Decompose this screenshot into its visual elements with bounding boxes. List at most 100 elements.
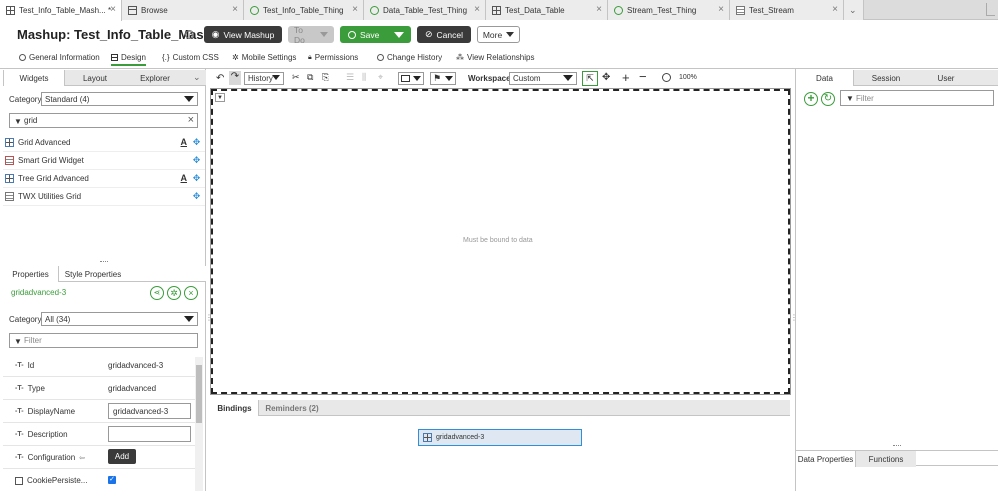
drag-move-icon[interactable]: ✥ bbox=[192, 156, 201, 165]
selected-widget-id: gridadvanced-3 bbox=[11, 288, 67, 297]
subnav-custom-css[interactable]: {.} Custom CSS bbox=[162, 53, 219, 62]
data-filter-input[interactable]: ▼ Filter bbox=[840, 90, 994, 106]
canvas-menu-icon[interactable]: ▼ bbox=[215, 93, 225, 102]
tab-user[interactable]: User bbox=[918, 70, 974, 86]
tab-data[interactable]: Data bbox=[796, 70, 854, 86]
copy-icon[interactable]: ⧉ bbox=[307, 72, 313, 83]
widget-item-smart-grid-widget[interactable]: Smart Grid Widget ✥ bbox=[3, 152, 205, 170]
mashup-canvas[interactable]: ▼ Must be bound to data bbox=[210, 88, 791, 395]
tab-overflow-dropdown[interactable]: ⌄ bbox=[844, 0, 864, 20]
tab-data-table-test-thing[interactable]: Data_Table_Test_Thing × bbox=[364, 0, 486, 20]
widget-item-twx-utilities-grid[interactable]: TWX Utilities Grid ✥ bbox=[3, 188, 205, 206]
add-configuration-button[interactable]: Add bbox=[108, 449, 136, 464]
widget-search-input[interactable]: ▼ grid × bbox=[9, 113, 198, 128]
chevron-down-icon[interactable]: ⌄ bbox=[193, 72, 201, 83]
undo-icon[interactable]: ↶ bbox=[216, 73, 224, 84]
tab-browse[interactable]: Browse × bbox=[122, 0, 244, 20]
zoom-reset-icon[interactable] bbox=[662, 73, 671, 82]
text-type-icon: -T- bbox=[15, 408, 24, 415]
filter-icon: ▼ bbox=[846, 94, 854, 103]
close-icon[interactable]: × bbox=[474, 5, 480, 15]
thing-icon bbox=[250, 5, 259, 15]
widget-item-grid-advanced[interactable]: Grid Advanced A ✥ bbox=[3, 134, 205, 152]
close-icon[interactable]: × bbox=[832, 5, 838, 15]
properties-scrollbar[interactable] bbox=[195, 357, 203, 491]
select-pointer-icon[interactable]: ⇱ bbox=[582, 71, 598, 86]
property-row-configuration: -T- Configuration ⇦ Add bbox=[3, 446, 195, 469]
layout-dropdown[interactable] bbox=[398, 72, 424, 85]
more-button[interactable]: More bbox=[477, 26, 520, 43]
history-dropdown[interactable]: History bbox=[244, 72, 284, 85]
window-corner-icon bbox=[986, 3, 995, 16]
tab-test-stream[interactable]: Test_Stream × bbox=[730, 0, 844, 20]
subnav-view-relationships[interactable]: ⁂ View Relationships bbox=[456, 53, 534, 62]
clear-search-icon[interactable]: × bbox=[188, 114, 194, 126]
distribute-icon[interactable]: ⫼ bbox=[362, 72, 366, 83]
close-icon[interactable]: × bbox=[352, 5, 358, 15]
todo-button[interactable]: To Do bbox=[288, 25, 334, 45]
tab-explorer[interactable]: Explorer bbox=[125, 70, 185, 86]
share-icon[interactable]: ⋖ bbox=[150, 286, 164, 300]
widget-item-tree-grid-advanced[interactable]: Tree Grid Advanced A ✥ bbox=[3, 170, 205, 188]
resize-handle[interactable] bbox=[100, 261, 108, 263]
properties-filter-input[interactable]: ▼ Filter bbox=[9, 333, 198, 348]
save-button[interactable]: Save bbox=[340, 26, 411, 43]
subnav-design[interactable]: Design bbox=[111, 53, 146, 66]
help-icon[interactable]: ? bbox=[185, 30, 194, 39]
zoom-in-icon[interactable]: + bbox=[622, 70, 630, 85]
tab-data-properties[interactable]: Data Properties bbox=[796, 451, 856, 467]
subnav-permissions[interactable]: 🔒︎ Permissions bbox=[308, 53, 358, 62]
css-icon: {.} bbox=[162, 53, 170, 62]
tab-test-info-table-mashup[interactable]: Test_Info_Table_Mash... * × bbox=[0, 0, 122, 21]
tab-bindings[interactable]: Bindings bbox=[211, 400, 259, 416]
tab-properties[interactable]: Properties bbox=[3, 266, 59, 282]
widget-category-select[interactable]: Standard (4) bbox=[41, 92, 198, 106]
subnav-change-history[interactable]: Change History bbox=[377, 53, 442, 62]
redo-icon[interactable]: ↷ bbox=[229, 71, 241, 85]
tab-stream-test-thing[interactable]: Stream_Test_Thing × bbox=[608, 0, 730, 20]
theme-dropdown[interactable]: ⚑ bbox=[430, 72, 456, 85]
subnav-mobile-settings[interactable]: ✲ Mobile Settings bbox=[232, 53, 296, 62]
paste-icon[interactable]: ⎘ bbox=[322, 72, 329, 83]
grid-icon bbox=[6, 6, 15, 15]
tab-test-info-table-thing[interactable]: Test_Info_Table_Thing × bbox=[244, 0, 364, 20]
cancel-button[interactable]: ⊘ Cancel bbox=[417, 26, 471, 43]
tab-session[interactable]: Session bbox=[854, 70, 918, 86]
close-icon[interactable]: × bbox=[596, 5, 602, 15]
tab-widgets[interactable]: Widgets bbox=[3, 70, 65, 86]
workspace-select[interactable]: Custom bbox=[509, 72, 577, 85]
tab-functions[interactable]: Functions bbox=[856, 451, 916, 467]
drag-move-icon[interactable]: ✥ bbox=[192, 174, 201, 183]
subnav-general-information[interactable]: General Information bbox=[19, 53, 100, 62]
view-mashup-button[interactable]: ◉ View Mashup bbox=[204, 26, 282, 43]
align-icon[interactable]: ☰ bbox=[346, 72, 354, 83]
pan-icon[interactable]: ✥ bbox=[602, 72, 610, 83]
tab-reminders[interactable]: Reminders (2) bbox=[261, 400, 323, 416]
resize-handle[interactable] bbox=[495, 394, 503, 396]
tab-style-properties[interactable]: Style Properties bbox=[61, 266, 125, 282]
close-icon[interactable]: × bbox=[718, 5, 724, 15]
left-splitter-icon[interactable]: ⋮ bbox=[205, 313, 213, 322]
cookiepersistence-checkbox[interactable]: ✓ bbox=[108, 476, 116, 484]
snap-icon[interactable]: ⌖ bbox=[378, 72, 383, 83]
zoom-out-icon[interactable]: − bbox=[639, 69, 647, 84]
smart-grid-icon bbox=[5, 156, 14, 165]
description-input[interactable] bbox=[108, 426, 191, 442]
close-icon[interactable]: × bbox=[110, 5, 116, 15]
binding-node-gridadvanced[interactable]: gridadvanced-3 bbox=[418, 429, 582, 446]
properties-category-select[interactable]: All (34) bbox=[41, 312, 198, 326]
remove-widget-icon[interactable]: × bbox=[184, 286, 198, 300]
filter-icon: ▼ bbox=[14, 117, 22, 126]
refresh-icon[interactable]: ↻ bbox=[821, 92, 835, 106]
add-data-icon[interactable]: + bbox=[804, 92, 818, 106]
tab-test-data-table[interactable]: Test_Data_Table × bbox=[486, 0, 608, 20]
drag-move-icon[interactable]: ✥ bbox=[192, 192, 201, 201]
scrollbar-thumb[interactable] bbox=[196, 365, 202, 423]
close-icon[interactable]: × bbox=[232, 5, 238, 15]
displayname-input[interactable]: gridadvanced-3 bbox=[108, 403, 191, 419]
drag-move-icon[interactable]: ✥ bbox=[192, 138, 201, 147]
cut-icon[interactable]: ✂ bbox=[292, 72, 300, 83]
gear-icon[interactable]: ✲ bbox=[167, 286, 181, 300]
resize-handle[interactable] bbox=[893, 445, 901, 447]
tab-layout[interactable]: Layout bbox=[65, 70, 125, 86]
